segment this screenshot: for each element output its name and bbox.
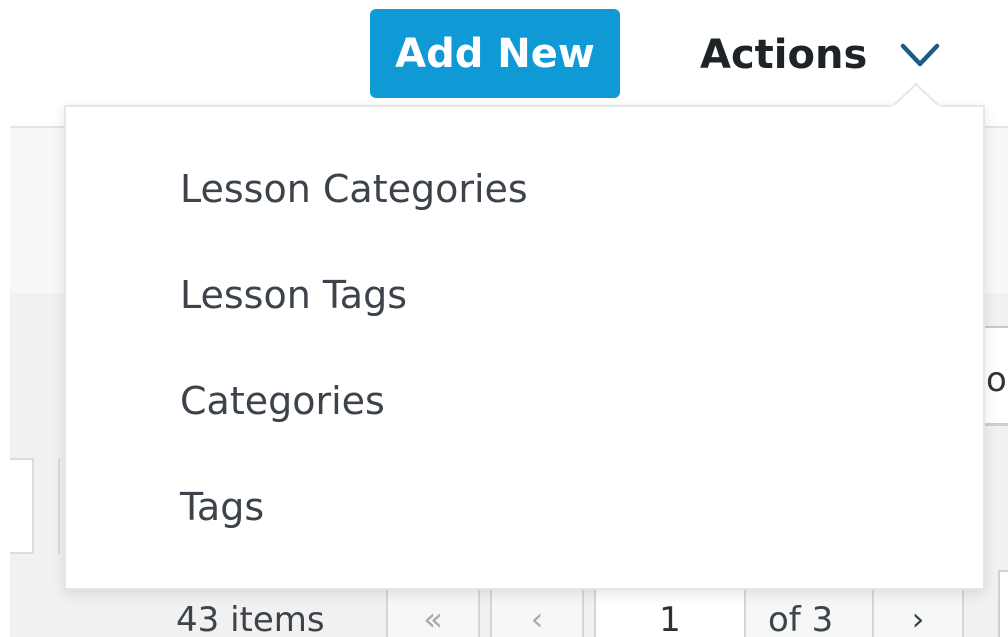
next-page-label: › [911,600,925,637]
total-pages-label: of 3 [746,586,872,637]
separator-line [58,458,60,554]
current-page-input[interactable]: 1 [594,586,746,637]
menu-item-categories[interactable]: Categories [66,341,983,461]
right-control-partial[interactable] [998,570,1008,637]
dropdown-pointer-icon [892,82,940,108]
search-input-partial[interactable] [10,458,34,554]
page: o 43 items « ‹ 1 of 3 › Add New Actions … [0,0,1008,637]
item-count: 43 items [176,600,325,637]
actions-label: Actions [700,32,868,78]
first-page-label: « [423,600,443,637]
right-field-text: o [986,360,1007,400]
add-new-button[interactable]: Add New [370,9,620,98]
chevron-down-icon [899,40,941,70]
menu-item-lesson-tags[interactable]: Lesson Tags [66,235,983,355]
menu-item-lesson-categories[interactable]: Lesson Categories [66,129,983,249]
actions-menu-list: Lesson Categories Lesson Tags Categories… [66,107,983,567]
next-page-button[interactable]: › [872,586,964,637]
current-page-value: 1 [659,600,681,637]
actions-dropdown-menu: Lesson Categories Lesson Tags Categories… [64,105,985,590]
first-page-button[interactable]: « [386,586,480,637]
prev-page-label: ‹ [530,600,544,637]
prev-page-button[interactable]: ‹ [490,586,584,637]
pagination: 43 items « ‹ 1 of 3 › [150,586,964,637]
menu-item-tags[interactable]: Tags [66,447,983,567]
actions-dropdown-toggle[interactable]: Actions [700,28,941,82]
